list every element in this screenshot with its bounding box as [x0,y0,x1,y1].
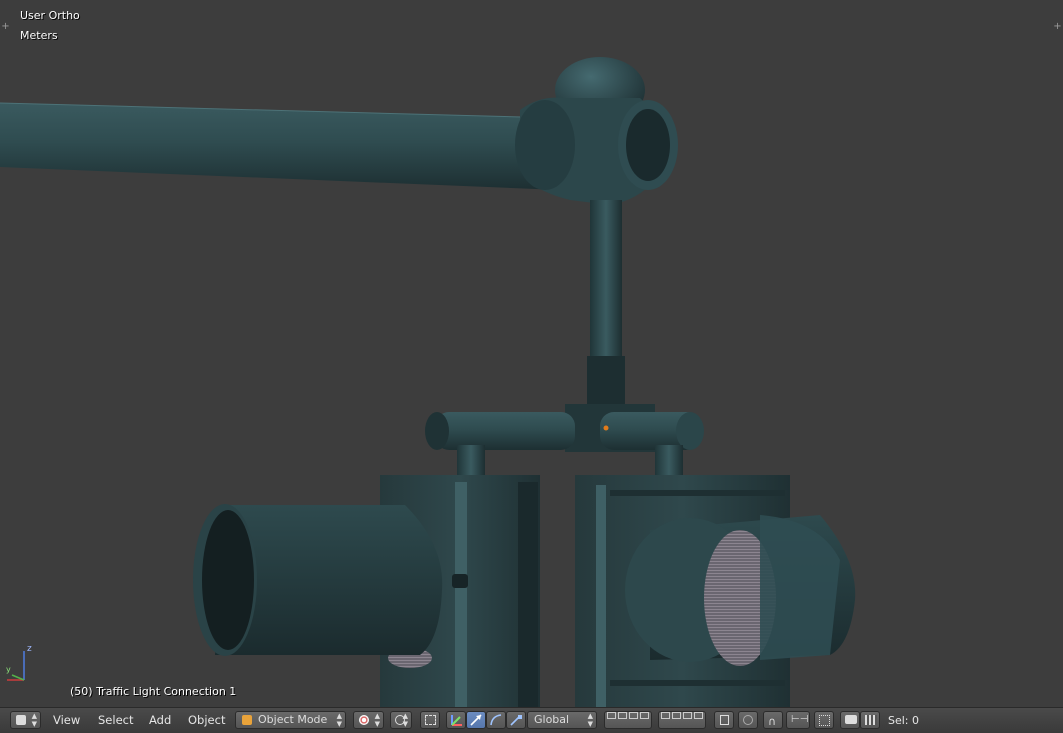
transform-orientation-select[interactable]: Global ▲ ▼ [527,711,597,729]
translate-button[interactable] [466,711,486,729]
view-name-label: User Ortho [20,9,80,22]
chevron-updown-icon: ▲ ▼ [587,712,593,728]
editor-type-button[interactable]: ▲ ▼ [10,711,41,729]
snap-toggle-button[interactable]: ∩ [763,711,783,729]
render-still-icon [845,715,857,724]
lock-camera-button[interactable] [714,711,734,729]
pivot-align-icon [425,715,436,725]
menu-object[interactable]: Object [188,713,225,727]
menu-add[interactable]: Add [149,713,171,727]
shading-sphere-icon [359,715,369,725]
orientation-label: Global [534,713,570,726]
mode-label: Object Mode [258,713,328,726]
snap-magnet-icon: ∩ [768,715,777,728]
proportional-edit-button[interactable] [738,711,758,729]
crossbar-left [435,412,575,450]
chevron-updown-icon: ▲ ▼ [402,712,408,728]
snap-target-icon [819,715,830,726]
snap-element-icon: ⊢⊣ [791,714,809,725]
manipulator-toggle-button[interactable] [446,711,466,729]
render-anim-button[interactable] [860,711,880,729]
proportional-edit-icon [743,715,753,725]
rotate-icon [490,714,502,726]
layers-group-1[interactable] [604,711,652,729]
axis-gizmo-icon: z y [6,644,32,681]
scale-icon [510,715,522,726]
object-info-label: (50) Traffic Light Connection 1 [70,685,237,698]
menu-view[interactable]: View [53,713,80,727]
corner-widget-top-left-icon[interactable]: + [1,22,10,32]
traffic-light-model[interactable] [0,0,1063,707]
selection-status: Sel: 0 [888,714,920,727]
3d-viewport[interactable]: User Ortho Meters (50) Traffic Light Con… [0,0,1063,707]
object-origin [603,425,609,431]
corner-widget-top-right-icon[interactable]: + [1053,22,1062,32]
arm-opening [626,109,670,181]
menu-select[interactable]: Select [98,713,133,727]
vertical-pole [590,200,622,358]
3d-view-header: ▲ ▼ View Select Add Object Object Mode ▲ ▼… [0,707,1063,733]
chevron-updown-icon: ▲ ▼ [374,712,380,728]
translate-icon [470,714,482,726]
cube-mode-icon [242,715,252,725]
chevron-updown-icon: ▲ ▼ [31,712,37,728]
viewport-shading-button[interactable]: ▲ ▼ [353,711,384,729]
cube-editor-icon [16,715,26,725]
snap-element-button[interactable]: ⊢⊣ [786,711,810,729]
manipulator-toggle-icon [451,715,462,726]
render-anim-icon [865,715,877,725]
pivot-align-button[interactable] [420,711,440,729]
snap-target-button[interactable] [814,711,834,729]
render-still-button[interactable] [840,711,860,729]
units-label: Meters [20,29,58,42]
layers-group-2[interactable] [658,711,706,729]
rotate-button[interactable] [486,711,506,729]
lock-icon [720,715,729,725]
chevron-updown-icon: ▲ ▼ [336,712,342,728]
mode-selector[interactable]: Object Mode ▲ ▼ [235,711,346,729]
scale-button[interactable] [506,711,526,729]
pivot-point-button[interactable]: ▲ ▼ [390,711,412,729]
axis-y-label: y [6,665,11,674]
axis-z-label: z [27,644,32,654]
